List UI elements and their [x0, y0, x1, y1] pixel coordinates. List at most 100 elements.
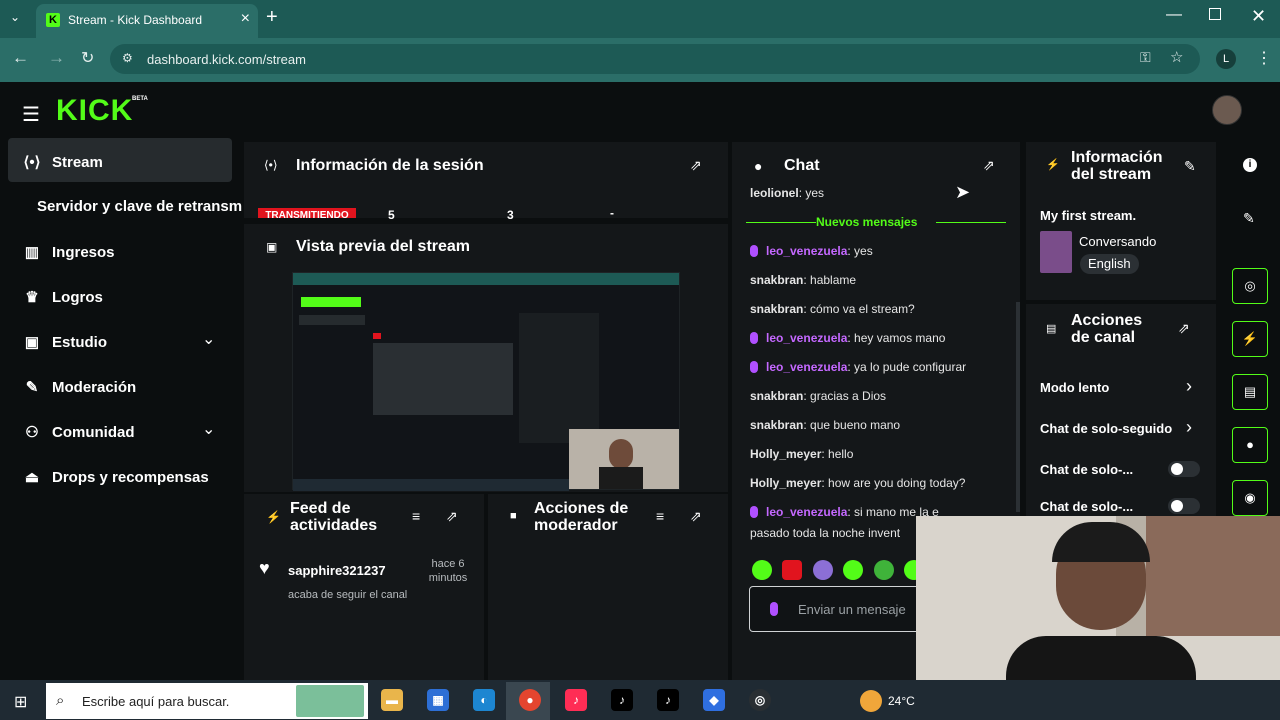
chat-message: snakbran: gracias a Dios [750, 389, 886, 403]
sidebar-item-stream-label[interactable]: ⟨•⟩ Stream [22, 153, 103, 171]
sidebar-item-logros[interactable]: ♛ Logros [22, 288, 103, 306]
file-explorer-icon[interactable]: ▬ [381, 689, 403, 711]
chat-username[interactable]: snakbran [750, 302, 803, 316]
reload-icon[interactable]: ↻ [81, 48, 94, 68]
chevron-right-icon[interactable]: › [1186, 376, 1192, 397]
studio-icon: ▣ [24, 334, 40, 351]
tiktok-studio-icon[interactable]: ♪ [565, 689, 587, 711]
mod-actions-title: Acciones de moderador [534, 500, 629, 534]
chat-text: : ya lo pude configurar [847, 360, 967, 374]
sidebar-item-servidor[interactable]: Servidor y clave de retransm [37, 198, 242, 215]
toggle-switch[interactable] [1168, 498, 1200, 514]
broadcast-button[interactable]: ◉ [1232, 480, 1268, 516]
tiktok-icon[interactable]: ♪ [657, 689, 679, 711]
chat-message: snakbran: cómo va el stream? [750, 302, 915, 316]
chat-username[interactable]: leo_venezuela [766, 331, 847, 345]
lightning-button[interactable]: ⚡ [1232, 321, 1268, 357]
chat-scrollbar[interactable] [1016, 302, 1020, 512]
user-avatar[interactable] [1212, 95, 1242, 125]
chat-text: : hey vamos mano [847, 331, 946, 345]
filter-icon[interactable]: ≡ [412, 508, 420, 524]
emote-icon[interactable] [782, 560, 803, 580]
taskbar-search[interactable]: ⌕ Escribe aquí para buscar. [46, 683, 368, 719]
url-text: dashboard.kick.com/stream [147, 52, 306, 67]
sidebar-label: Estudio [52, 334, 107, 351]
popout-icon[interactable]: ⇗ [446, 508, 458, 525]
chat-message: snakbran: hablame [750, 273, 856, 287]
sidebar-item-drops[interactable]: ⏏ Drops y recompensas [22, 468, 209, 486]
chat-username[interactable]: leo_venezuela [766, 360, 847, 374]
emote-icon[interactable] [873, 560, 894, 580]
chat-username[interactable]: leolionel [750, 186, 799, 200]
toggle-switch[interactable] [1168, 461, 1200, 477]
chevron-down-icon[interactable]: ⌄ [202, 419, 215, 439]
emote-icon[interactable] [843, 560, 864, 580]
forward-icon[interactable]: → [48, 48, 65, 68]
edge-icon[interactable]: ◐ [473, 689, 495, 711]
category-name[interactable]: Conversando [1079, 234, 1156, 249]
stream-preview-video[interactable] [292, 272, 680, 491]
chat-username[interactable]: snakbran [750, 273, 803, 287]
popout-icon[interactable]: ⇗ [1178, 320, 1190, 337]
popout-icon[interactable]: ⇗ [690, 157, 702, 174]
tab-list-chevron-icon[interactable]: ⌄ [10, 10, 20, 24]
stream-info-title: Información del stream [1071, 149, 1163, 183]
app-icon[interactable]: ◆ [703, 689, 725, 711]
url-field[interactable]: ⚙ dashboard.kick.com/stream ⚿ ☆ [110, 44, 1200, 74]
emote-icon[interactable] [812, 560, 833, 580]
restore-icon[interactable] [1209, 8, 1221, 20]
password-key-icon[interactable]: ⚿ [1140, 49, 1151, 66]
popout-icon[interactable]: ⇗ [983, 157, 995, 174]
obs-icon[interactable]: ◎ [749, 689, 771, 711]
chrome-icon[interactable]: ● [519, 689, 541, 711]
back-icon[interactable]: ← [12, 48, 29, 68]
tiktok-icon[interactable]: ♪ [611, 689, 633, 711]
broadcast-icon: ⟨•⟩ [23, 154, 41, 171]
channel-action-slow-mode[interactable]: Modo lento [1040, 380, 1109, 395]
filter-icon[interactable]: ≡ [656, 508, 664, 524]
chat-username[interactable]: snakbran [750, 389, 803, 403]
browser-menu-icon[interactable]: ⋮ [1256, 48, 1272, 68]
chevron-down-icon[interactable]: ⌄ [202, 329, 215, 349]
clipboard-button[interactable]: ▤ [1232, 374, 1268, 410]
new-tab-icon[interactable]: + [266, 6, 278, 29]
emote-icon[interactable] [752, 560, 772, 580]
windows-start-icon[interactable]: ⊞ [14, 692, 27, 712]
close-window-icon[interactable]: ✕ [1251, 6, 1266, 27]
edit-pencil-icon[interactable]: ✎ [1184, 158, 1196, 175]
chat-button[interactable]: ● [1232, 427, 1268, 463]
info-icon[interactable]: i [1243, 158, 1257, 172]
site-info-icon[interactable]: ⚙ [122, 51, 133, 65]
chat-username[interactable]: leo_venezuela [766, 244, 847, 258]
chat-message: leolionel: yes [750, 186, 824, 200]
feed-user[interactable]: sapphire321237 [288, 563, 386, 578]
profile-avatar[interactable]: L [1216, 49, 1236, 69]
chat-input-placeholder: Enviar un mensaje [798, 602, 906, 617]
popout-icon[interactable]: ⇗ [690, 508, 702, 525]
chat-username[interactable]: snakbran [750, 418, 803, 432]
sidebar-item-ingresos[interactable]: ▥ Ingresos [22, 243, 115, 261]
chat-username[interactable]: leo_venezuela [766, 505, 847, 519]
chat-username[interactable]: Holly_meyer [750, 447, 821, 461]
channel-action-followers[interactable]: Chat de solo-seguido [1040, 421, 1172, 436]
mic-badge-icon [750, 506, 758, 518]
chat-text: : cómo va el stream? [803, 302, 915, 316]
minimize-icon[interactable]: — [1166, 6, 1182, 24]
close-tab-icon[interactable]: × [241, 10, 250, 28]
camera-button[interactable]: ◎ [1232, 268, 1268, 304]
category-thumbnail[interactable] [1040, 231, 1072, 273]
store-icon[interactable]: ▦ [427, 689, 449, 711]
stream-title: My first stream. [1040, 208, 1137, 223]
edit-pencil-icon[interactable]: ✎ [1243, 210, 1255, 227]
chat-text: : yes [847, 244, 873, 258]
sidebar-item-comunidad[interactable]: ⚇ Comunidad [22, 423, 134, 441]
chat-username[interactable]: Holly_meyer [750, 476, 821, 490]
chevron-right-icon[interactable]: › [1186, 417, 1192, 438]
sidebar-item-moderacion[interactable]: ✎ Moderación [22, 378, 136, 396]
preview-sidebar [299, 315, 365, 325]
kick-logo[interactable]: KICK [56, 94, 133, 128]
hamburger-menu-icon[interactable]: ☰ [22, 102, 40, 127]
sidebar-item-estudio[interactable]: ▣ Estudio [22, 333, 107, 351]
browser-tab[interactable]: K Stream - Kick Dashboard × [36, 4, 258, 38]
bookmark-star-icon[interactable]: ☆ [1170, 48, 1183, 66]
